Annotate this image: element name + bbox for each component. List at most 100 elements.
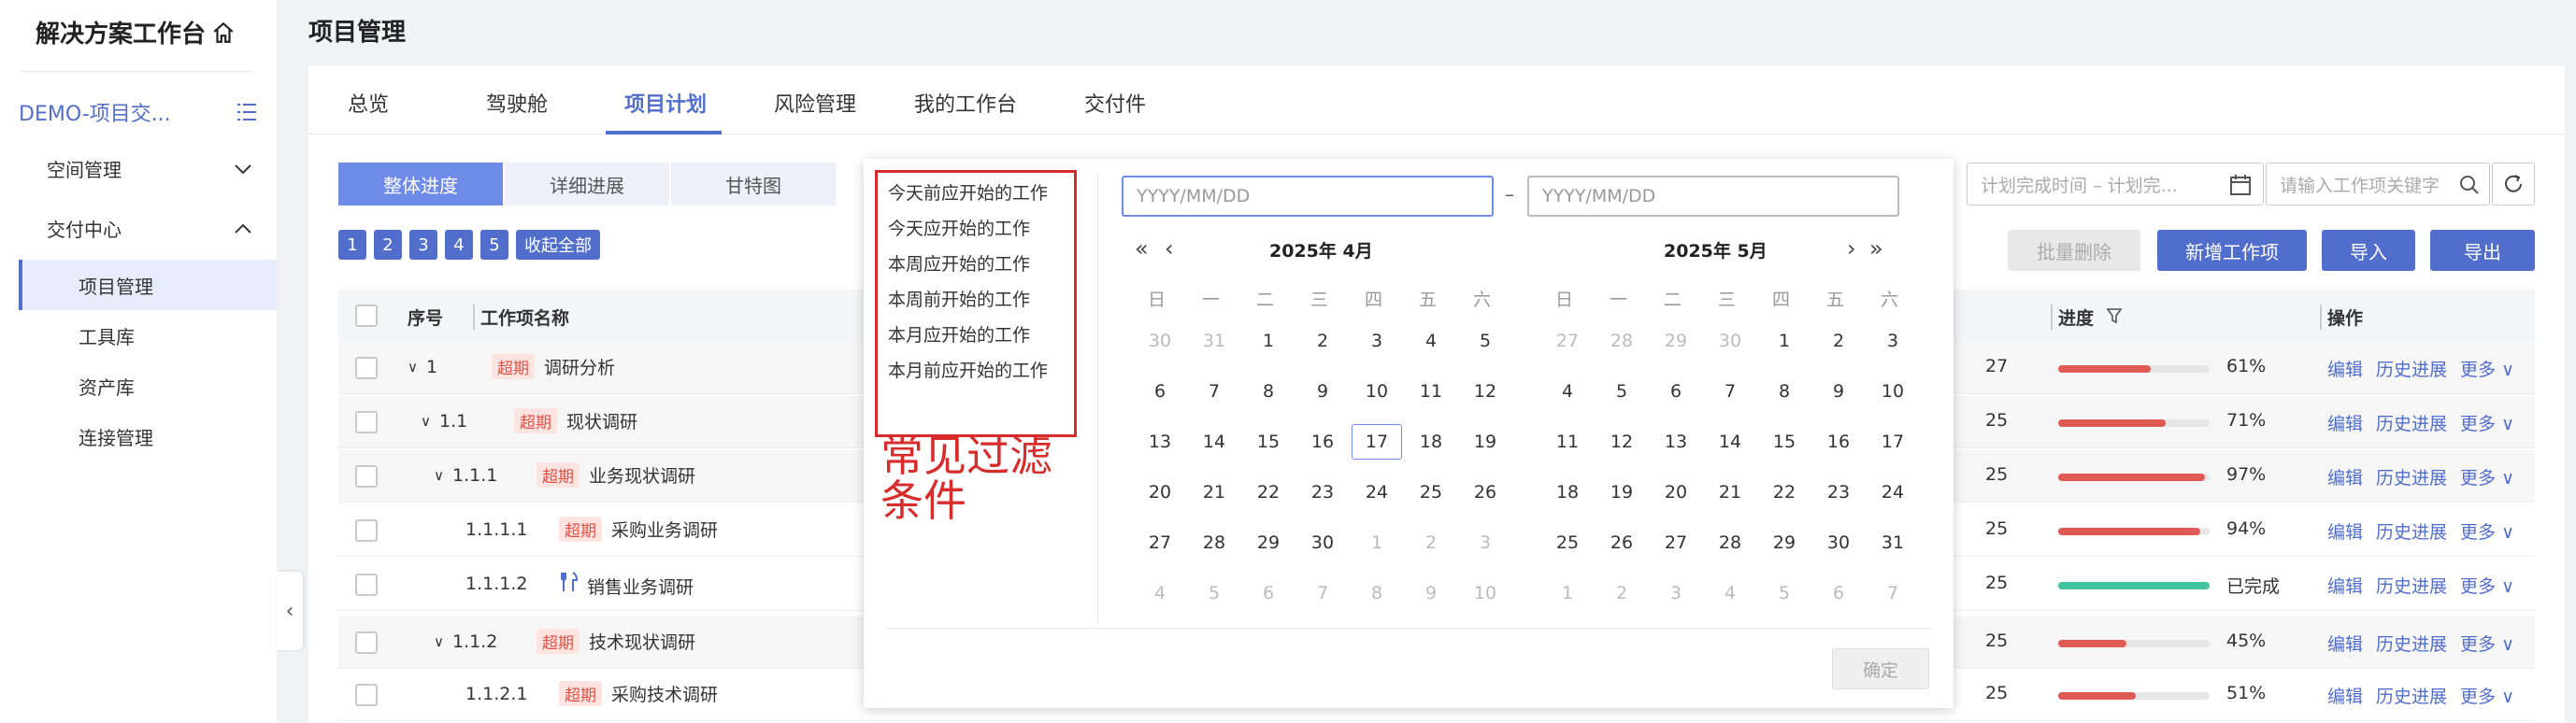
- apr-day-cell[interactable]: 17: [1352, 424, 1402, 460]
- apr-day-cell[interactable]: 2: [1297, 323, 1348, 359]
- level-1-button[interactable]: 1: [338, 230, 366, 260]
- apr-day-cell[interactable]: 7: [1189, 374, 1239, 409]
- preset-today-before[interactable]: 今天前应开始的工作: [888, 179, 1048, 205]
- view-detail[interactable]: 详细进展: [505, 163, 669, 206]
- apr-day-cell[interactable]: 31: [1189, 323, 1239, 359]
- row-checkbox[interactable]: [355, 574, 378, 596]
- may-day-cell[interactable]: 27: [1651, 525, 1701, 560]
- may-day-cell[interactable]: 5: [1759, 575, 1810, 611]
- work-item-name[interactable]: 采购业务调研: [611, 520, 718, 541]
- apr-day-cell[interactable]: 24: [1352, 475, 1402, 510]
- may-day-cell[interactable]: 7: [1705, 374, 1755, 409]
- prev-month-icon[interactable]: ‹: [1165, 235, 1174, 262]
- may-day-cell[interactable]: 5: [1596, 374, 1647, 409]
- apr-day-cell[interactable]: 21: [1189, 475, 1239, 510]
- apr-day-cell[interactable]: 23: [1297, 475, 1348, 510]
- end-date-input[interactable]: YYYY/MM/DD: [1527, 176, 1899, 217]
- more-dropdown[interactable]: 更多 ∨: [2460, 683, 2514, 708]
- may-day-cell[interactable]: 31: [1868, 525, 1918, 560]
- apr-day-cell[interactable]: 27: [1135, 525, 1185, 560]
- plan-date-range-input[interactable]: 计划完成时间 – 计划完...: [1967, 163, 2264, 206]
- may-day-cell[interactable]: 19: [1596, 475, 1647, 510]
- level-4-button[interactable]: 4: [445, 230, 473, 260]
- more-dropdown[interactable]: 更多 ∨: [2460, 356, 2514, 381]
- work-item-name[interactable]: 采购技术调研: [611, 685, 718, 705]
- may-day-cell[interactable]: 10: [1868, 374, 1918, 409]
- apr-day-cell[interactable]: 7: [1297, 575, 1348, 611]
- apr-day-cell[interactable]: 11: [1406, 374, 1456, 409]
- may-day-cell[interactable]: 3: [1651, 575, 1701, 611]
- may-day-cell[interactable]: 22: [1759, 475, 1810, 510]
- may-day-cell[interactable]: 28: [1705, 525, 1755, 560]
- sidebar-group-space[interactable]: 空间管理: [47, 155, 252, 182]
- next-year-icon[interactable]: »: [1869, 235, 1883, 262]
- search-input[interactable]: 请输入工作项关键字: [2266, 163, 2490, 206]
- edit-link[interactable]: 编辑: [2327, 683, 2363, 708]
- may-day-cell[interactable]: 26: [1596, 525, 1647, 560]
- work-item-name[interactable]: 技术现状调研: [589, 632, 695, 653]
- apr-day-cell[interactable]: 8: [1352, 575, 1402, 611]
- tab-deliverables[interactable]: 交付件: [1084, 88, 1146, 118]
- more-dropdown[interactable]: 更多 ∨: [2460, 410, 2514, 435]
- batch-delete-button[interactable]: 批量删除: [2008, 230, 2140, 271]
- level-2-button[interactable]: 2: [374, 230, 402, 260]
- may-day-cell[interactable]: 29: [1651, 323, 1701, 359]
- may-day-cell[interactable]: 17: [1868, 424, 1918, 460]
- history-link[interactable]: 历史进展: [2376, 356, 2447, 381]
- apr-day-cell[interactable]: 5: [1189, 575, 1239, 611]
- may-day-cell[interactable]: 25: [1542, 525, 1593, 560]
- work-item-name[interactable]: 业务现状调研: [589, 466, 695, 487]
- apr-day-cell[interactable]: 18: [1406, 424, 1456, 460]
- apr-day-cell[interactable]: 9: [1297, 374, 1348, 409]
- row-checkbox[interactable]: [355, 684, 378, 706]
- more-dropdown[interactable]: 更多 ∨: [2460, 464, 2514, 489]
- select-all-checkbox[interactable]: [355, 305, 378, 327]
- apr-day-cell[interactable]: 6: [1135, 374, 1185, 409]
- preset-before-week[interactable]: 本周前开始的工作: [888, 286, 1030, 311]
- apr-day-cell[interactable]: 2: [1406, 525, 1456, 560]
- apr-day-cell[interactable]: 10: [1352, 374, 1402, 409]
- apr-day-cell[interactable]: 4: [1406, 323, 1456, 359]
- apr-day-cell[interactable]: 12: [1460, 374, 1510, 409]
- refresh-button[interactable]: [2492, 163, 2535, 206]
- expand-toggle-icon[interactable]: ∨: [408, 359, 418, 376]
- tab-cockpit[interactable]: 驾驶舱: [486, 88, 548, 118]
- apr-day-cell[interactable]: 5: [1460, 323, 1510, 359]
- may-day-cell[interactable]: 6: [1813, 575, 1864, 611]
- may-day-cell[interactable]: 15: [1759, 424, 1810, 460]
- apr-day-cell[interactable]: 10: [1460, 575, 1510, 611]
- work-item-name[interactable]: 调研分析: [544, 358, 615, 378]
- expand-toggle-icon[interactable]: ∨: [434, 633, 444, 650]
- apr-day-cell[interactable]: 9: [1406, 575, 1456, 611]
- may-day-cell[interactable]: 3: [1868, 323, 1918, 359]
- may-day-cell[interactable]: 7: [1868, 575, 1918, 611]
- apr-day-cell[interactable]: 14: [1189, 424, 1239, 460]
- project-selector[interactable]: DEMO-项目交...: [19, 97, 258, 127]
- apr-day-cell[interactable]: 1: [1352, 525, 1402, 560]
- may-day-cell[interactable]: 13: [1651, 424, 1701, 460]
- apr-day-cell[interactable]: 26: [1460, 475, 1510, 510]
- may-day-cell[interactable]: 14: [1705, 424, 1755, 460]
- row-checkbox[interactable]: [355, 519, 378, 542]
- apr-day-cell[interactable]: 19: [1460, 424, 1510, 460]
- apr-day-cell[interactable]: 15: [1243, 424, 1294, 460]
- apr-day-cell[interactable]: 3: [1460, 525, 1510, 560]
- more-dropdown[interactable]: 更多 ∨: [2460, 518, 2514, 544]
- apr-day-cell[interactable]: 28: [1189, 525, 1239, 560]
- history-link[interactable]: 历史进展: [2376, 464, 2447, 489]
- may-day-cell[interactable]: 4: [1705, 575, 1755, 611]
- may-day-cell[interactable]: 28: [1596, 323, 1647, 359]
- preset-this-week[interactable]: 本周应开始的工作: [888, 250, 1030, 276]
- may-day-cell[interactable]: 2: [1596, 575, 1647, 611]
- sidebar-item-assets[interactable]: 资产库: [19, 361, 277, 411]
- sidebar-item-project-management[interactable]: 项目管理: [19, 260, 277, 310]
- apr-day-cell[interactable]: 13: [1135, 424, 1185, 460]
- may-day-cell[interactable]: 24: [1868, 475, 1918, 510]
- may-day-cell[interactable]: 21: [1705, 475, 1755, 510]
- may-day-cell[interactable]: 9: [1813, 374, 1864, 409]
- filter-icon[interactable]: [2106, 307, 2123, 324]
- apr-day-cell[interactable]: 8: [1243, 374, 1294, 409]
- view-overall[interactable]: 整体进度: [338, 163, 503, 206]
- may-day-cell[interactable]: 1: [1759, 323, 1810, 359]
- may-day-cell[interactable]: 27: [1542, 323, 1593, 359]
